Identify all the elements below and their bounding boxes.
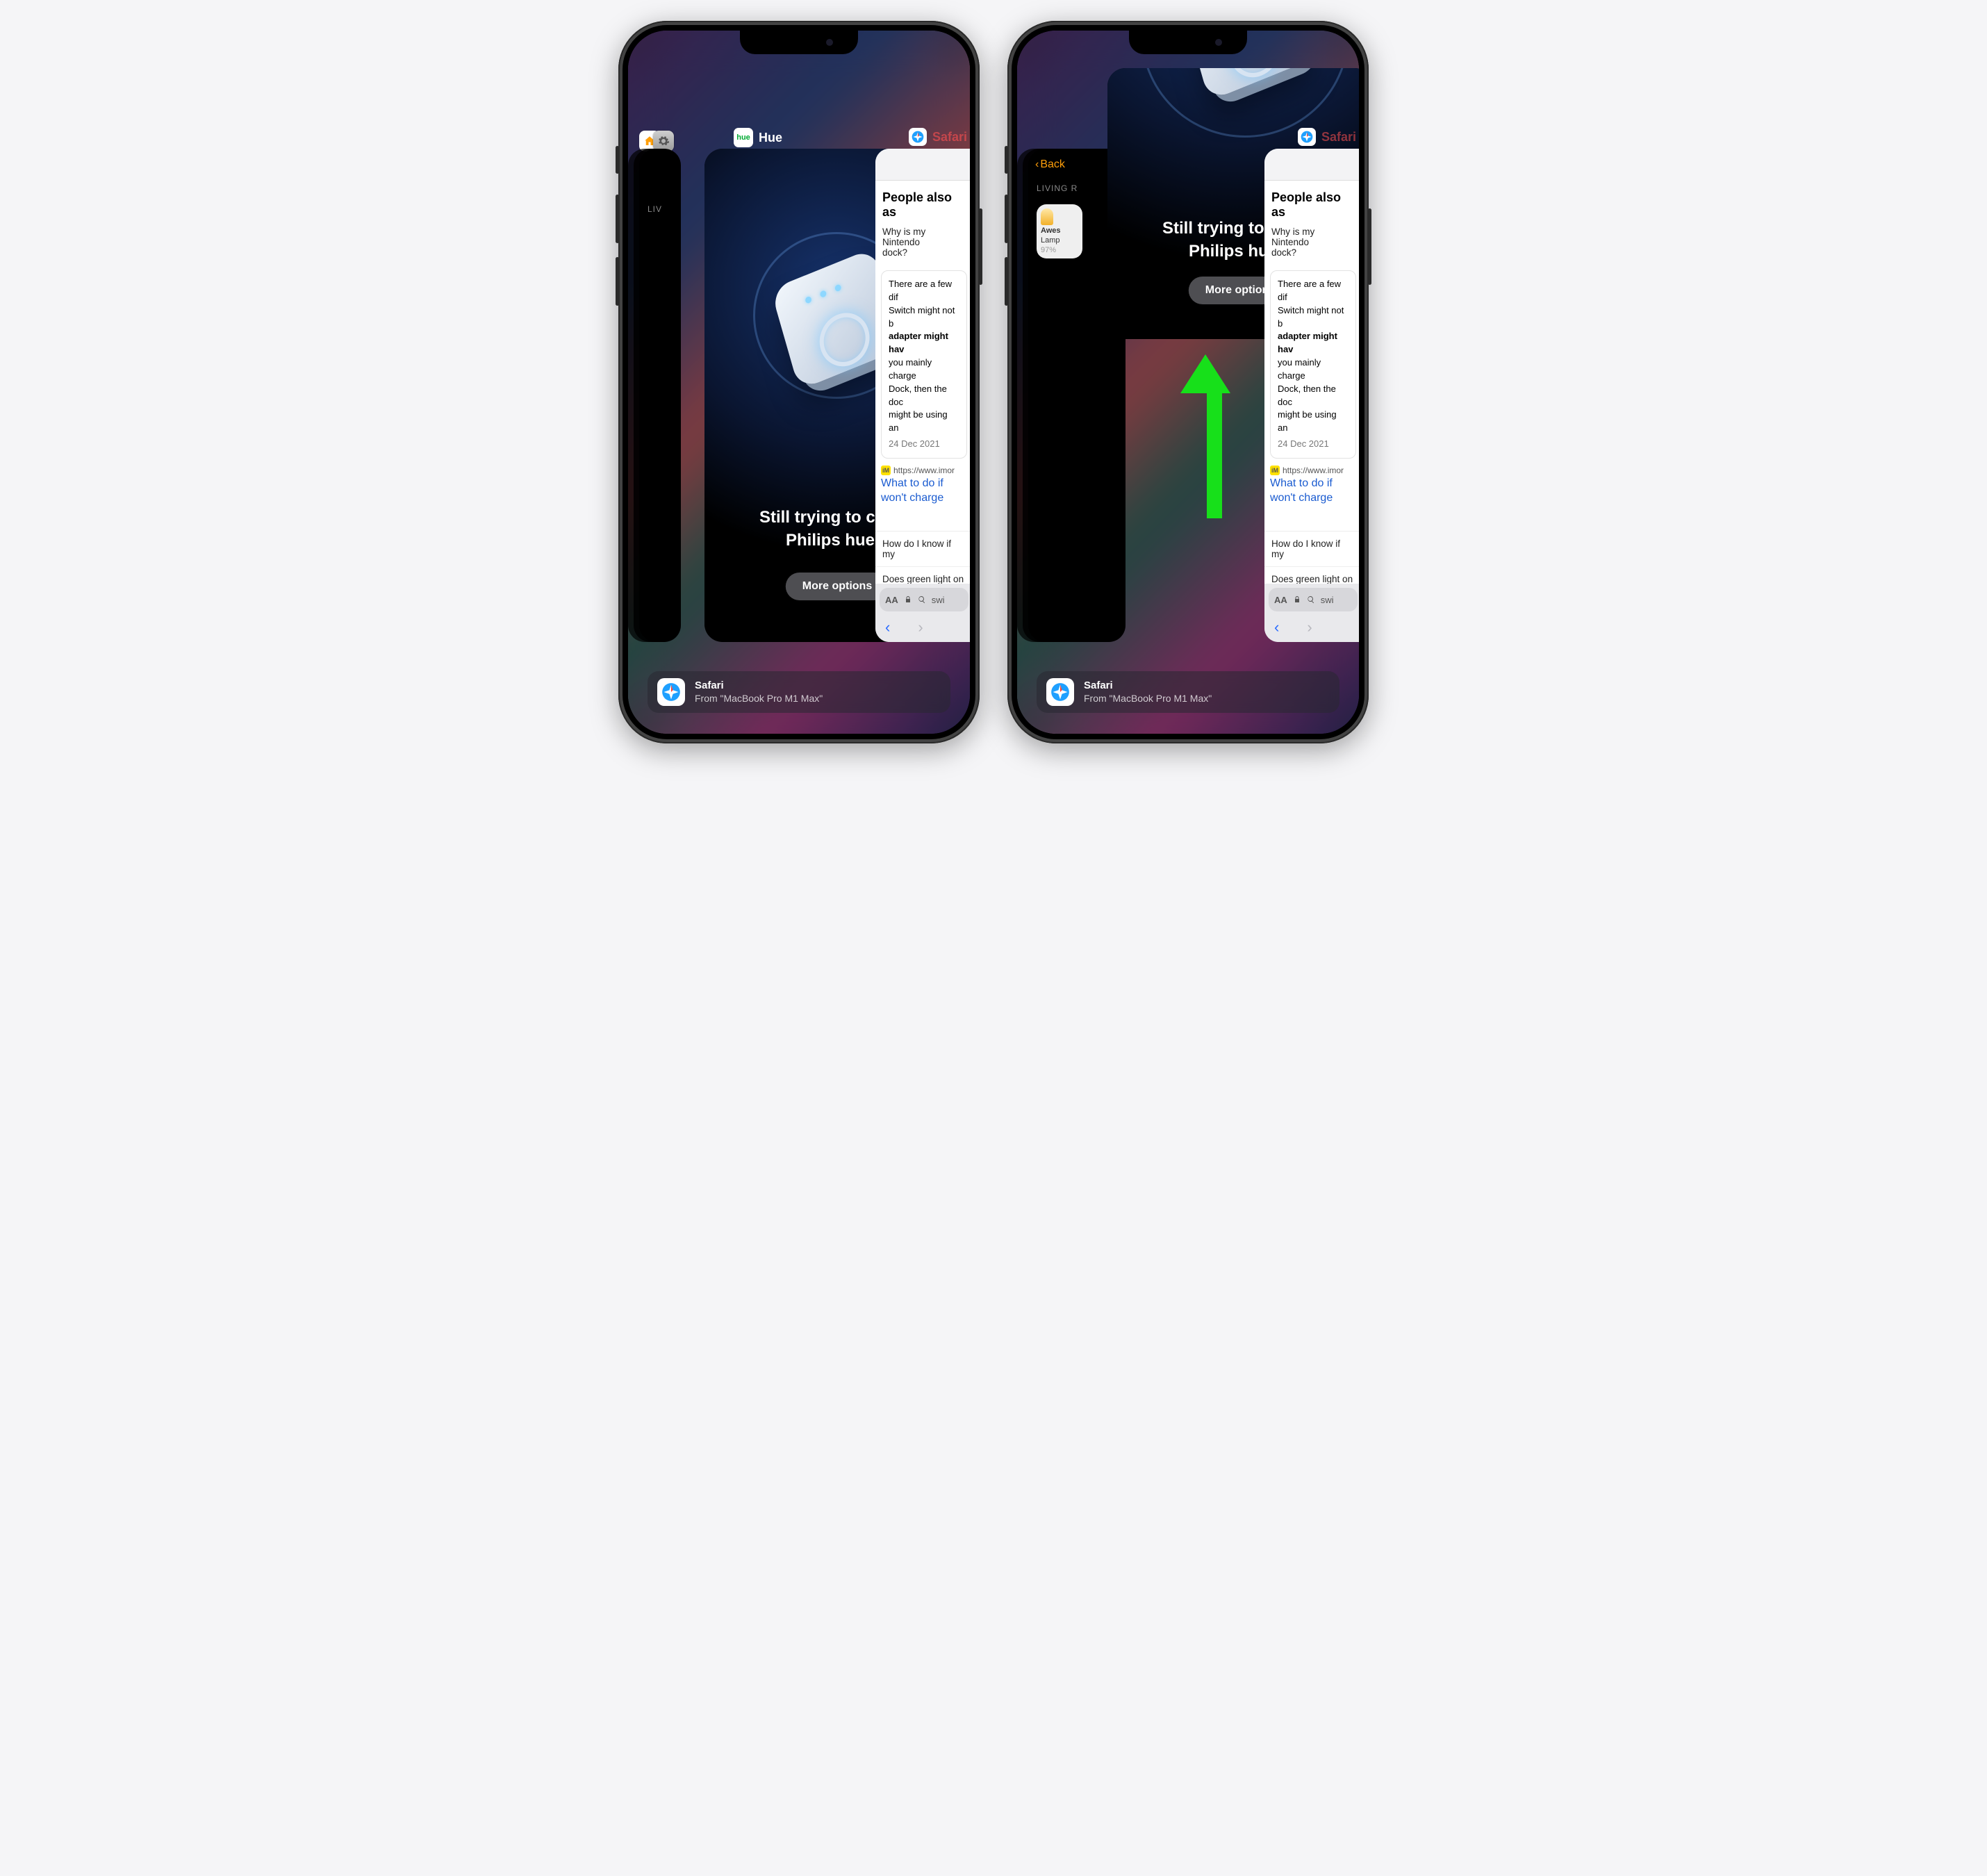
volume-down-button[interactable] — [1005, 257, 1008, 306]
source-url: https://www.imor — [893, 466, 955, 475]
safari-app-card[interactable]: People also as Why is my Nintendo dock? … — [1264, 149, 1359, 642]
handoff-source: From "MacBook Pro M1 Max" — [695, 693, 823, 705]
home-room-label: LIV — [648, 204, 662, 214]
address-text: swi — [1321, 595, 1334, 605]
people-also-ask-heading: People also as — [1264, 181, 1359, 227]
answer-date: 24 Dec 2021 — [1278, 438, 1349, 451]
screen: hue Hue Safari LIV — [628, 31, 970, 734]
swipe-up-arrow-annotation — [1198, 354, 1230, 518]
source-url: https://www.imor — [1283, 466, 1344, 475]
volume-up-button[interactable] — [1005, 195, 1008, 243]
side-button[interactable] — [1368, 208, 1371, 285]
accessory-tile[interactable]: Awes Lamp 97% — [1037, 204, 1082, 258]
handoff-safari-icon — [657, 678, 685, 706]
home-app-card[interactable]: LIV — [639, 149, 681, 642]
tile-sub: Lamp — [1041, 236, 1060, 245]
paa-question-1[interactable]: Why is my Nintendo dock? — [1264, 227, 1359, 265]
lock-icon — [1293, 595, 1301, 604]
address-bar[interactable]: AA swi — [1269, 588, 1358, 611]
forward-button[interactable]: › — [918, 618, 923, 636]
hue-app-label: hue Hue — [734, 128, 782, 147]
back-button[interactable]: ‹ — [885, 618, 890, 636]
side-button[interactable] — [979, 208, 982, 285]
paa-question-1[interactable]: Why is my Nintendo dock? — [875, 227, 970, 265]
address-text: swi — [932, 595, 945, 605]
hue-app-name: Hue — [759, 131, 782, 145]
safari-toolbar: AA swi ‹ › — [875, 584, 970, 642]
handoff-source: From "MacBook Pro M1 Max" — [1084, 693, 1212, 705]
answer-date: 24 Dec 2021 — [889, 438, 959, 451]
paa-answer-box: There are a few dif Switch might not b a… — [881, 270, 967, 459]
safari-app-name: Safari — [1321, 130, 1356, 145]
app-switcher[interactable]: Safari ‹ Back LIVING R Awes Lamp 97% — [1017, 31, 1359, 734]
search-icon — [918, 595, 926, 604]
handoff-app-name: Safari — [1084, 680, 1212, 693]
paa-question-2[interactable]: How do I know if my — [1264, 531, 1359, 566]
home-back-button[interactable]: ‹ Back — [1035, 158, 1065, 171]
safari-toolbar: AA swi ‹ › — [1264, 584, 1359, 642]
safari-nav: ‹ › — [1264, 618, 1359, 636]
safari-app-icon — [1298, 128, 1316, 146]
handoff-banner[interactable]: Safari From "MacBook Pro M1 Max" — [1037, 671, 1339, 713]
lock-icon — [904, 595, 912, 604]
handoff-banner[interactable]: Safari From "MacBook Pro M1 Max" — [648, 671, 950, 713]
notch — [1129, 31, 1247, 54]
safari-app-card[interactable]: People also as Why is my Nintendo dock? … — [875, 149, 970, 642]
phone-left: hue Hue Safari LIV — [618, 21, 980, 743]
search-icon — [1307, 595, 1315, 604]
result-link[interactable]: What to do if won't charge — [1270, 477, 1356, 506]
volume-down-button[interactable] — [616, 257, 619, 306]
app-switcher[interactable]: hue Hue Safari LIV — [628, 31, 970, 734]
paa-answer-box: There are a few dif Switch might not b a… — [1270, 270, 1356, 459]
address-bar[interactable]: AA swi — [880, 588, 968, 611]
mute-switch[interactable] — [1005, 146, 1008, 174]
volume-up-button[interactable] — [616, 195, 619, 243]
home-room-label: LIVING R — [1037, 183, 1078, 193]
gear-icon — [657, 135, 670, 147]
chevron-left-icon: ‹ — [1035, 158, 1039, 171]
safari-top-bar — [1264, 149, 1359, 181]
safari-app-name: Safari — [932, 130, 967, 145]
handoff-safari-icon — [1046, 678, 1074, 706]
safari-nav: ‹ › — [875, 618, 970, 636]
handoff-app-name: Safari — [695, 680, 823, 693]
safari-top-bar — [875, 149, 970, 181]
paa-question-2[interactable]: How do I know if my — [875, 531, 970, 566]
forward-button[interactable]: › — [1307, 618, 1312, 636]
notch — [740, 31, 858, 54]
imore-favicon: iM — [881, 466, 891, 475]
safari-app-label: Safari — [909, 128, 967, 146]
source-line: iM https://www.imor — [881, 466, 967, 475]
safari-app-icon — [909, 128, 927, 146]
safari-app-label: Safari — [1298, 128, 1356, 146]
text-size-button[interactable]: AA — [885, 595, 898, 605]
handoff-text: Safari From "MacBook Pro M1 Max" — [695, 680, 823, 705]
result-link[interactable]: What to do if won't charge — [881, 477, 967, 506]
people-also-ask-heading: People also as — [875, 181, 970, 227]
handoff-text: Safari From "MacBook Pro M1 Max" — [1084, 680, 1212, 705]
tile-name: Awes — [1041, 227, 1061, 235]
more-options-button[interactable]: More options — [786, 573, 889, 600]
back-button[interactable]: ‹ — [1274, 618, 1279, 636]
screen: Safari ‹ Back LIVING R Awes Lamp 97% — [1017, 31, 1359, 734]
phone-right: Safari ‹ Back LIVING R Awes Lamp 97% — [1007, 21, 1369, 743]
lightbulb-icon — [1041, 208, 1053, 225]
hue-app-icon: hue — [734, 128, 753, 147]
mute-switch[interactable] — [616, 146, 619, 174]
source-line: iM https://www.imor — [1270, 466, 1356, 475]
tile-percent: 97% — [1041, 246, 1056, 254]
text-size-button[interactable]: AA — [1274, 595, 1287, 605]
imore-favicon: iM — [1270, 466, 1280, 475]
